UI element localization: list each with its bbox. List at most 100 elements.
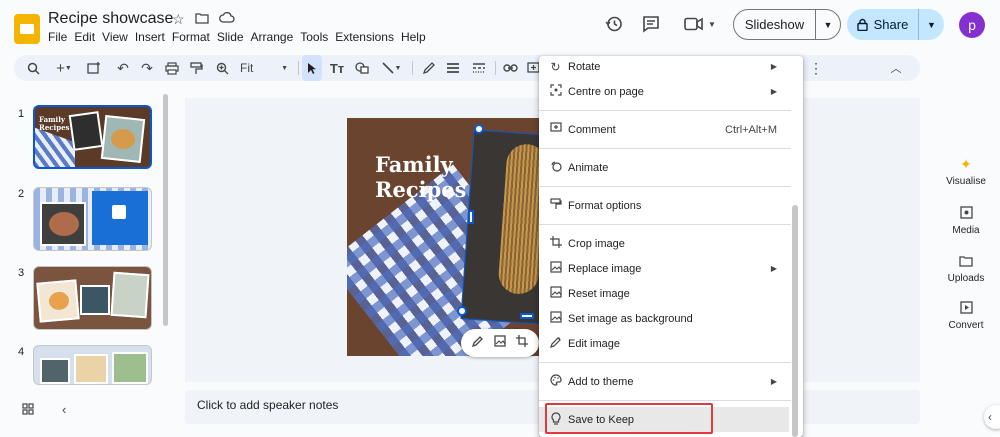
menu-item-replace-image[interactable]: Replace image ▶ (539, 256, 803, 281)
chevron-down-icon: ▼ (708, 19, 716, 29)
slide-thumbnail-2[interactable] (33, 187, 152, 251)
menu-tools[interactable]: Tools (300, 30, 333, 44)
menu-item-animate[interactable]: Animate (539, 155, 803, 180)
convert-button[interactable]: Convert (940, 301, 992, 331)
menu-item-add-to-theme[interactable]: Add to theme ▶ (539, 369, 803, 394)
new-slide-icon[interactable]: + ▼ (52, 55, 76, 81)
comment-shortcut: Ctrl+Alt+M (725, 123, 777, 136)
resize-handle[interactable] (520, 313, 534, 319)
format-options-icon (539, 198, 568, 213)
menu-item-set-as-background[interactable]: Set image as background (539, 306, 803, 331)
line-icon[interactable]: ▼ (376, 55, 406, 81)
media-button[interactable]: Media (940, 206, 992, 236)
image-insert-icon[interactable] (352, 55, 372, 81)
slide-thumbnail-3[interactable] (33, 266, 152, 330)
meet-call-icon[interactable]: ▼ (682, 12, 718, 36)
menu-edit[interactable]: Edit (74, 30, 100, 44)
uploads-button[interactable]: Uploads (940, 254, 992, 284)
slide-thumbnail-4[interactable] (33, 345, 152, 385)
menu-slide[interactable]: Slide (217, 30, 249, 44)
speaker-notes-placeholder[interactable]: Click to add speaker notes (197, 398, 338, 412)
context-menu-scrollbar[interactable] (792, 205, 798, 437)
menu-file[interactable]: File (48, 30, 72, 44)
edit-image-icon (539, 336, 568, 351)
slide-title-line2[interactable]: Recipes (375, 177, 466, 202)
animate-icon (539, 160, 568, 175)
undo-icon[interactable]: ↶ (114, 55, 132, 81)
menu-item-format-options[interactable]: Format options (539, 193, 803, 218)
menu-help[interactable]: Help (401, 30, 431, 44)
select-cursor-icon[interactable] (302, 55, 322, 81)
search-menus-icon[interactable] (22, 55, 44, 81)
slide-number: 3 (18, 267, 25, 279)
palette-icon (539, 374, 568, 389)
side-panel-toggle-icon[interactable]: ‹ (984, 405, 1000, 429)
menu-item-rotate[interactable]: ↻ Rotate ▶ (539, 56, 803, 79)
folder-icon (940, 254, 992, 270)
menu-item-centre-on-page[interactable]: Centre on page ▶ (539, 79, 803, 104)
link-icon[interactable] (500, 55, 520, 81)
lock-icon (856, 18, 868, 31)
slide-number: 4 (18, 346, 25, 358)
menu-item-edit-image[interactable]: Edit image (539, 331, 803, 356)
crop-icon (539, 236, 568, 251)
paint-format-icon[interactable] (186, 55, 206, 81)
collapse-toolbar-icon[interactable]: ︿ (886, 55, 906, 81)
slides-logo[interactable] (14, 14, 40, 44)
slideshow-button[interactable]: Slideshow ▼ (733, 9, 841, 40)
grid-view-icon[interactable] (22, 402, 34, 418)
menu-item-crop-image[interactable]: Crop image (539, 231, 803, 256)
slide-title-line1[interactable]: Family (375, 152, 466, 177)
menu-item-reset-image[interactable]: Reset image (539, 281, 803, 306)
replace-image-icon (539, 261, 568, 276)
highlight-annotation-box (545, 403, 713, 434)
menu-item-comment[interactable]: Comment Ctrl+Alt+M (539, 117, 803, 142)
replace-image-icon[interactable] (494, 334, 506, 352)
pen-icon[interactable] (418, 55, 438, 81)
slideshow-dropdown-icon[interactable]: ▼ (816, 20, 840, 30)
reset-image-icon (539, 286, 568, 301)
slideshow-label[interactable]: Slideshow (734, 10, 816, 39)
slide-thumbnail-1[interactable]: Family Recipes (33, 105, 152, 169)
cloud-status-icon[interactable] (218, 11, 235, 28)
filmstrip-scrollbar[interactable] (163, 94, 168, 326)
background-image-icon (539, 311, 568, 326)
share-dropdown-icon[interactable]: ▼ (919, 20, 944, 30)
more-options-icon[interactable]: ⋮ (809, 55, 823, 81)
version-history-icon[interactable] (602, 12, 626, 36)
resize-handle[interactable] (457, 306, 467, 316)
document-title[interactable]: Recipe showcase (48, 10, 173, 28)
print-icon[interactable] (162, 55, 182, 81)
menu-arrange[interactable]: Arrange (251, 30, 299, 44)
slide-number: 1 (18, 108, 25, 120)
edit-image-icon[interactable] (471, 334, 484, 352)
media-icon (940, 206, 992, 222)
share-button[interactable]: Share ▼ (847, 9, 944, 40)
zoom-icon[interactable] (212, 55, 232, 81)
move-folder-icon[interactable] (194, 11, 209, 28)
collapse-filmstrip-icon[interactable]: ‹ (62, 402, 66, 418)
resize-handle[interactable] (468, 210, 474, 224)
submenu-arrow-icon: ▶ (770, 377, 777, 386)
border-weight-icon[interactable] (443, 55, 463, 81)
slide[interactable]: Family Recipes (347, 118, 561, 356)
thumb-title: Family Recipes (39, 115, 70, 132)
zoom-select[interactable]: Fit ▼ (236, 55, 292, 81)
border-dash-icon[interactable] (469, 55, 489, 81)
zoom-value: Fit (240, 61, 254, 75)
visualise-button[interactable]: ✦ Visualise (940, 156, 992, 187)
sparkle-icon: ✦ (960, 156, 972, 172)
menu-insert[interactable]: Insert (135, 30, 170, 44)
menu-format[interactable]: Format (172, 30, 215, 44)
resize-handle[interactable] (474, 124, 484, 134)
redo-icon[interactable]: ↷ (138, 55, 156, 81)
comments-icon[interactable] (639, 12, 663, 36)
avatar[interactable]: p (959, 12, 985, 38)
slide-number: 2 (18, 188, 25, 200)
crop-icon[interactable] (516, 334, 528, 352)
new-slide-layout-icon[interactable] (84, 55, 104, 81)
text-box-icon[interactable]: Tт (327, 55, 347, 81)
star-icon[interactable]: ☆ (172, 11, 185, 28)
menu-extensions[interactable]: Extensions (335, 30, 399, 44)
menu-view[interactable]: View (102, 30, 133, 44)
